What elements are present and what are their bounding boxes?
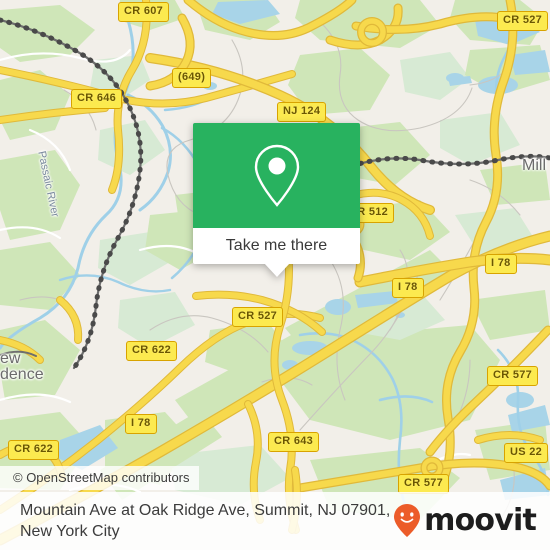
popup-header xyxy=(193,123,360,228)
place-label: Mill xyxy=(522,157,546,174)
osm-attribution[interactable]: © OpenStreetMap contributors xyxy=(0,466,199,490)
moovit-wordmark: moovit xyxy=(424,503,537,538)
bottom-info-bar: Mountain Ave at Oak Ridge Ave, Summit, N… xyxy=(0,492,550,550)
river-label: Passaic River xyxy=(35,150,61,219)
station-address: Mountain Ave at Oak Ridge Ave, Summit, N… xyxy=(0,500,392,542)
address-line-1: Mountain Ave at Oak Ridge Ave, Summit, N… xyxy=(20,501,391,519)
popup-pointer-tail xyxy=(263,263,290,277)
take-me-there-button[interactable]: Take me there xyxy=(193,228,360,264)
moovit-map-screen: .park { fill:#cfe6b8; } .park2 { fill:#d… xyxy=(0,0,550,550)
moovit-pin-icon xyxy=(394,504,421,537)
location-popup-card[interactable]: Take me there xyxy=(193,123,360,277)
take-me-there-label: Take me there xyxy=(225,237,328,254)
moovit-logo[interactable]: moovit xyxy=(392,503,550,539)
place-label: dence xyxy=(0,366,44,383)
address-line-2: New York City xyxy=(20,523,120,540)
location-pin-icon xyxy=(254,144,299,207)
